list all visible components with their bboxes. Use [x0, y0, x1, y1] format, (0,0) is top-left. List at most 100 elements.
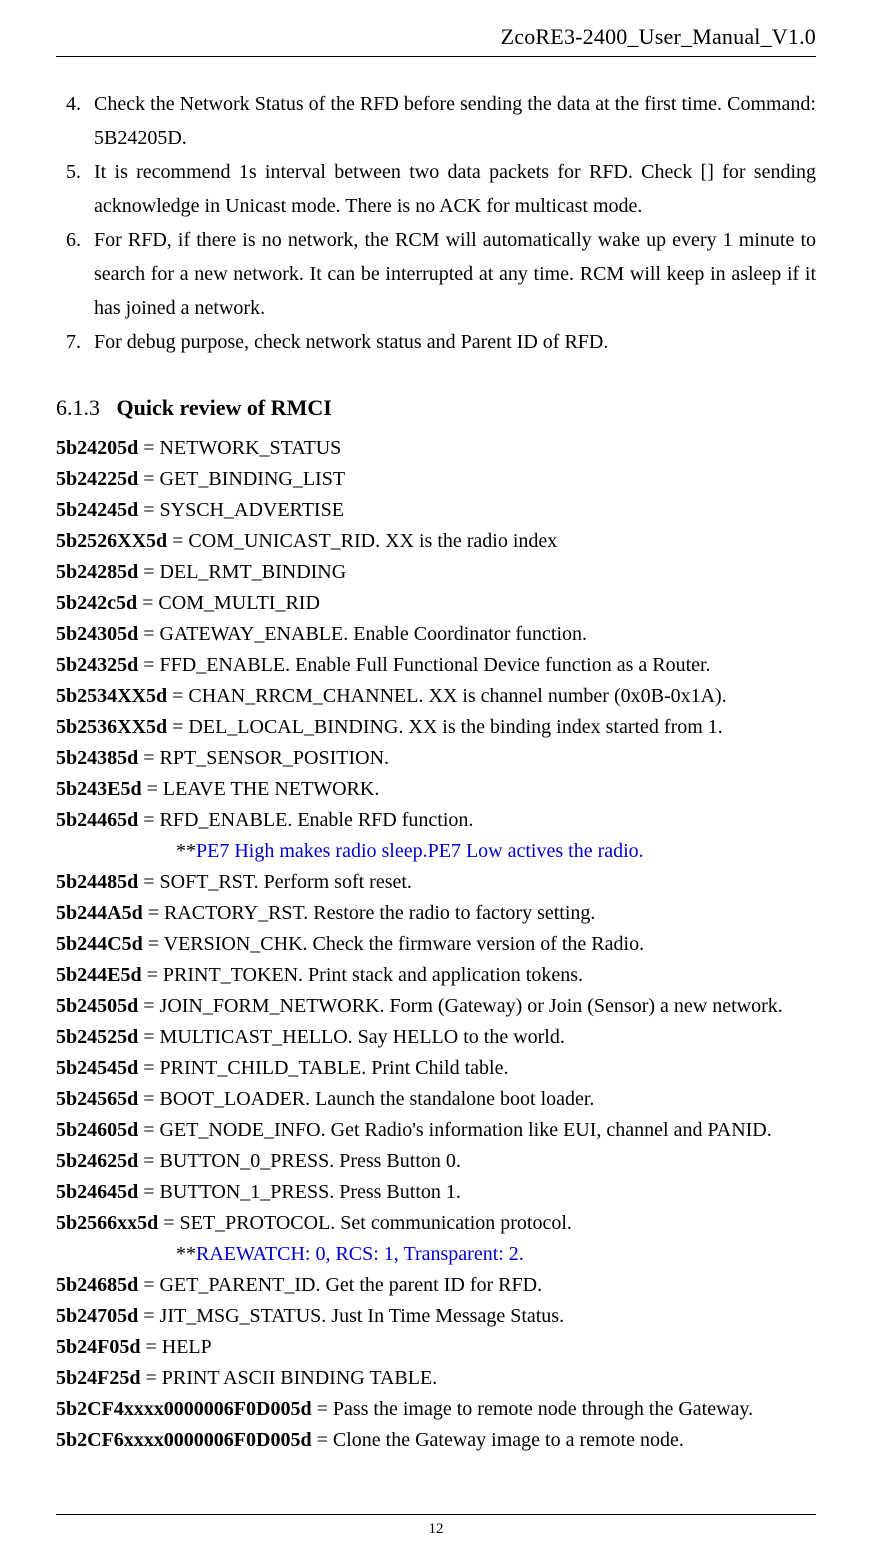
note-stars: ** — [176, 840, 196, 862]
command-line: 5b24F05d = HELP — [56, 1332, 816, 1363]
command-code: 5b24705d — [56, 1305, 138, 1327]
command-code: 5b24285d — [56, 561, 138, 583]
note-stars: ** — [176, 1243, 196, 1265]
command-desc: = SET_PROTOCOL. Set communication protoc… — [158, 1212, 572, 1234]
page-number: 12 — [56, 1521, 816, 1538]
command-desc: = SOFT_RST. Perform soft reset. — [138, 871, 412, 893]
command-line: 5b24625d = BUTTON_0_PRESS. Press Button … — [56, 1146, 816, 1177]
command-code: 5b24385d — [56, 747, 138, 769]
command-line: 5b24525d = MULTICAST_HELLO. Say HELLO to… — [56, 1022, 816, 1053]
command-code: 5b24F25d — [56, 1367, 140, 1389]
command-line: 5b24565d = BOOT_LOADER. Launch the stand… — [56, 1084, 816, 1115]
section-title: Quick review of RMCI — [117, 395, 332, 420]
note-text: RAEWATCH: 0, RCS: 1, Transparent: 2. — [196, 1243, 524, 1265]
list-item: It is recommend 1s interval between two … — [86, 155, 816, 223]
command-code: 5b244C5d — [56, 933, 143, 955]
command-code: 5b2566xx5d — [56, 1212, 158, 1234]
command-code: 5b24245d — [56, 499, 138, 521]
command-desc: = DEL_LOCAL_BINDING. XX is the binding i… — [167, 716, 723, 738]
command-desc: = Pass the image to remote node through … — [312, 1398, 754, 1420]
command-desc: = CHAN_RRCM_CHANNEL. XX is channel numbe… — [167, 685, 727, 707]
command-desc: = RACTORY_RST. Restore the radio to fact… — [143, 902, 596, 924]
command-desc: = BUTTON_1_PRESS. Press Button 1. — [138, 1181, 461, 1203]
command-code: 5b24505d — [56, 995, 138, 1017]
command-line: 5b24245d = SYSCH_ADVERTISE — [56, 495, 816, 526]
command-code: 5b24465d — [56, 809, 138, 831]
command-list: 5b24205d = NETWORK_STATUS 5b24225d = GET… — [56, 433, 816, 1456]
command-line: 5b24205d = NETWORK_STATUS — [56, 433, 816, 464]
command-code: 5b2536XX5d — [56, 716, 167, 738]
command-desc: = BUTTON_0_PRESS. Press Button 0. — [138, 1150, 461, 1172]
command-code: 5b24525d — [56, 1026, 138, 1048]
command-desc: = GATEWAY_ENABLE. Enable Coordinator fun… — [138, 623, 587, 645]
footer: 12 — [56, 1504, 816, 1538]
list-item: For RFD, if there is no network, the RCM… — [86, 223, 816, 325]
command-line: 5b244C5d = VERSION_CHK. Check the firmwa… — [56, 929, 816, 960]
command-code: 5b24565d — [56, 1088, 138, 1110]
numbered-list: Check the Network Status of the RFD befo… — [56, 87, 816, 359]
command-desc: = BOOT_LOADER. Launch the standalone boo… — [138, 1088, 594, 1110]
inline-note: **PE7 High makes radio sleep.PE7 Low act… — [56, 836, 816, 867]
command-desc: = VERSION_CHK. Check the firmware versio… — [143, 933, 644, 955]
command-line: 5b24385d = RPT_SENSOR_POSITION. — [56, 743, 816, 774]
list-item: Check the Network Status of the RFD befo… — [86, 87, 816, 155]
command-desc: = JIT_MSG_STATUS. Just In Time Message S… — [138, 1305, 564, 1327]
command-line: 5b24605d = GET_NODE_INFO. Get Radio's in… — [56, 1115, 816, 1146]
command-line: 5b24465d = RFD_ENABLE. Enable RFD functi… — [56, 805, 816, 836]
command-desc: = LEAVE THE NETWORK. — [142, 778, 380, 800]
command-line: 5b24685d = GET_PARENT_ID. Get the parent… — [56, 1270, 816, 1301]
command-line: 5b24F25d = PRINT ASCII BINDING TABLE. — [56, 1363, 816, 1394]
command-code: 5b24605d — [56, 1119, 138, 1141]
command-code: 5b242c5d — [56, 592, 137, 614]
footer-rule — [56, 1514, 816, 1515]
command-desc: = Clone the Gateway image to a remote no… — [312, 1429, 684, 1451]
command-code: 5b2CF6xxxx0000006F0D005d — [56, 1429, 312, 1451]
command-code: 5b24305d — [56, 623, 138, 645]
section-number: 6.1.3 — [56, 395, 100, 420]
command-desc: = GET_NODE_INFO. Get Radio's information… — [138, 1119, 772, 1141]
command-line: 5b244E5d = PRINT_TOKEN. Print stack and … — [56, 960, 816, 991]
command-code: 5b2534XX5d — [56, 685, 167, 707]
command-desc: = GET_PARENT_ID. Get the parent ID for R… — [138, 1274, 542, 1296]
list-item: For debug purpose, check network status … — [86, 325, 816, 359]
page-container: ZcoRE3-2400_User_Manual_V1.0 Check the N… — [0, 0, 872, 1562]
command-desc: = COM_MULTI_RID — [137, 592, 320, 614]
command-line: 5b2CF6xxxx0000006F0D005d = Clone the Gat… — [56, 1425, 816, 1456]
command-desc: = DEL_RMT_BINDING — [138, 561, 346, 583]
command-line: 5b24305d = GATEWAY_ENABLE. Enable Coordi… — [56, 619, 816, 650]
command-desc: = MULTICAST_HELLO. Say HELLO to the worl… — [138, 1026, 565, 1048]
command-line: 5b24545d = PRINT_CHILD_TABLE. Print Chil… — [56, 1053, 816, 1084]
command-line: 5b24505d = JOIN_FORM_NETWORK. Form (Gate… — [56, 991, 816, 1022]
header-rule — [56, 56, 816, 57]
command-line: 5b2536XX5d = DEL_LOCAL_BINDING. XX is th… — [56, 712, 816, 743]
command-code: 5b24325d — [56, 654, 138, 676]
command-code: 5b24225d — [56, 468, 138, 490]
command-desc: = JOIN_FORM_NETWORK. Form (Gateway) or J… — [138, 995, 783, 1017]
command-code: 5b244A5d — [56, 902, 143, 924]
command-code: 5b24205d — [56, 437, 138, 459]
command-code: 5b2CF4xxxx0000006F0D005d — [56, 1398, 312, 1420]
command-desc: = COM_UNICAST_RID. XX is the radio index — [167, 530, 557, 552]
command-line: 5b24485d = SOFT_RST. Perform soft reset. — [56, 867, 816, 898]
command-line: 5b244A5d = RACTORY_RST. Restore the radi… — [56, 898, 816, 929]
command-desc: = PRINT ASCII BINDING TABLE. — [140, 1367, 437, 1389]
command-code: 5b24685d — [56, 1274, 138, 1296]
command-desc: = NETWORK_STATUS — [138, 437, 341, 459]
command-desc: = GET_BINDING_LIST — [138, 468, 345, 490]
command-desc: = PRINT_TOKEN. Print stack and applicati… — [142, 964, 583, 986]
command-line: 5b2526XX5d = COM_UNICAST_RID. XX is the … — [56, 526, 816, 557]
command-line: 5b2534XX5d = CHAN_RRCM_CHANNEL. XX is ch… — [56, 681, 816, 712]
command-line: 5b2CF4xxxx0000006F0D005d = Pass the imag… — [56, 1394, 816, 1425]
command-desc: = HELP — [140, 1336, 211, 1358]
command-desc: = SYSCH_ADVERTISE — [138, 499, 344, 521]
command-code: 5b243E5d — [56, 778, 142, 800]
command-code: 5b24645d — [56, 1181, 138, 1203]
command-line: 5b242c5d = COM_MULTI_RID — [56, 588, 816, 619]
command-code: 5b24545d — [56, 1057, 138, 1079]
command-code: 5b24F05d — [56, 1336, 140, 1358]
command-code: 5b24625d — [56, 1150, 138, 1172]
command-line: 5b24325d = FFD_ENABLE. Enable Full Funct… — [56, 650, 816, 681]
document-header: ZcoRE3-2400_User_Manual_V1.0 — [56, 24, 816, 50]
command-line: 5b2566xx5d = SET_PROTOCOL. Set communica… — [56, 1208, 816, 1239]
command-line: 5b24645d = BUTTON_1_PRESS. Press Button … — [56, 1177, 816, 1208]
